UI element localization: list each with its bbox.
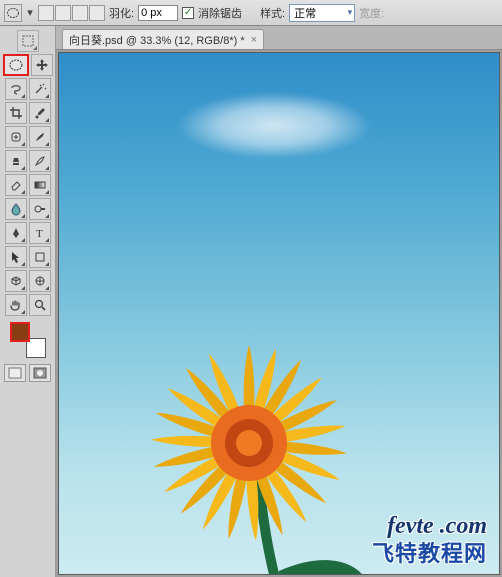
elliptical-marquee-tool[interactable]: [3, 54, 29, 76]
dodge-tool[interactable]: [29, 198, 51, 220]
mode-subtract-selection[interactable]: [72, 5, 88, 21]
3d-tool[interactable]: [5, 270, 27, 292]
width-label: 宽度:: [359, 5, 384, 21]
eyedropper-tool[interactable]: [29, 102, 51, 124]
mode-new-selection[interactable]: [38, 5, 54, 21]
feather-input[interactable]: [138, 5, 178, 21]
standard-mode[interactable]: [4, 364, 26, 382]
pen-tool[interactable]: [5, 222, 27, 244]
eraser-tool[interactable]: [5, 174, 27, 196]
document-tab-title: 向日葵.psd @ 33.3% (12, RGB/8*) *: [69, 32, 245, 48]
document-tab-bar: 向日葵.psd @ 33.3% (12, RGB/8*) * ×: [56, 26, 502, 50]
selection-mode-group: [38, 5, 105, 21]
document-tab[interactable]: 向日葵.psd @ 33.3% (12, RGB/8*) * ×: [62, 29, 264, 49]
document-area: 向日葵.psd @ 33.3% (12, RGB/8*) * ×: [56, 26, 502, 577]
type-tool[interactable]: T: [29, 222, 51, 244]
chevron-down-icon: ▾: [348, 7, 353, 18]
brush-tool[interactable]: [29, 126, 51, 148]
move-tool[interactable]: [31, 54, 53, 76]
style-select-value: 正常: [294, 5, 316, 21]
color-swatches: [10, 322, 46, 358]
clone-stamp-tool[interactable]: [5, 150, 27, 172]
style-select[interactable]: 正常 ▾: [289, 4, 355, 22]
close-icon[interactable]: ×: [251, 34, 257, 46]
history-brush-tool[interactable]: [29, 150, 51, 172]
antialias-checkbox[interactable]: ✓: [182, 7, 194, 19]
magic-wand-tool[interactable]: [29, 78, 51, 100]
zoom-tool[interactable]: [29, 294, 51, 316]
shape-tool[interactable]: [29, 246, 51, 268]
mode-add-selection[interactable]: [55, 5, 71, 21]
tool-preset-dropdown[interactable]: ▾: [26, 4, 34, 22]
foreground-color-swatch[interactable]: [10, 322, 30, 342]
quickmask-mode[interactable]: [29, 364, 51, 382]
canvas[interactable]: fevte .com 飞特教程网: [58, 52, 500, 575]
hand-tool[interactable]: [5, 294, 27, 316]
path-selection-tool[interactable]: [5, 246, 27, 268]
blur-tool[interactable]: [5, 198, 27, 220]
options-bar: ▾ 羽化: ✓ 消除锯齿 样式: 正常 ▾ 宽度:: [0, 0, 502, 26]
tools-palette: T: [0, 26, 56, 577]
cloud-shape: [179, 93, 369, 158]
lasso-tool[interactable]: [5, 78, 27, 100]
crop-tool[interactable]: [5, 102, 27, 124]
svg-text:T: T: [36, 228, 43, 240]
antialias-label: 消除锯齿: [198, 5, 242, 21]
healing-brush-tool[interactable]: [5, 126, 27, 148]
style-label: 样式:: [260, 5, 285, 21]
feather-label: 羽化:: [109, 5, 134, 21]
sunflower-artwork: [119, 323, 379, 575]
tool-preset-ellipse-marquee[interactable]: [4, 4, 22, 22]
gradient-tool[interactable]: [29, 174, 51, 196]
watermark-text: 飞特教程网: [372, 536, 487, 568]
3d-camera-tool[interactable]: [29, 270, 51, 292]
rectangular-marquee-tool[interactable]: [17, 30, 39, 52]
mode-intersect-selection[interactable]: [89, 5, 105, 21]
